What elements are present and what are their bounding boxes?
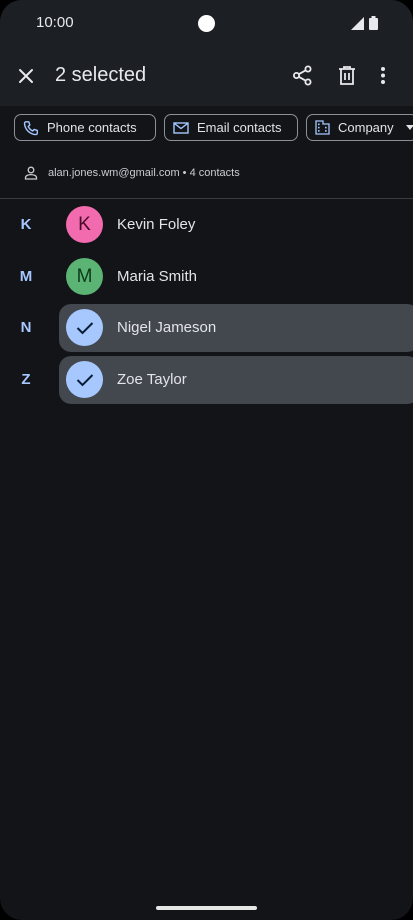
section-letter-k: K bbox=[20, 216, 32, 233]
dropdown-arrow-icon bbox=[405, 125, 413, 130]
chip-label: Company bbox=[338, 120, 394, 135]
company-building-icon bbox=[315, 120, 330, 135]
camera-cutout bbox=[198, 15, 215, 32]
signal-icon bbox=[351, 17, 364, 30]
selection-app-bar: 2 selected bbox=[0, 48, 413, 106]
status-time: 10:00 bbox=[36, 14, 74, 31]
contact-row-nigel-jameson[interactable]: Nigel Jameson bbox=[59, 304, 413, 352]
battery-icon bbox=[369, 16, 378, 30]
contact-row-zoe-taylor[interactable]: Zoe Taylor bbox=[59, 356, 413, 404]
chip-label: Phone contacts bbox=[47, 120, 137, 135]
home-gesture-bar[interactable] bbox=[156, 906, 257, 910]
contact-name: Maria Smith bbox=[117, 268, 198, 285]
avatar-initial: K bbox=[78, 213, 91, 235]
phone-screen: 10:00 2 selected Phone contacts Email co… bbox=[0, 0, 413, 920]
phone-icon bbox=[23, 120, 38, 135]
status-bar: 10:00 bbox=[0, 0, 413, 48]
filter-chip-phone-contacts[interactable]: Phone contacts bbox=[14, 114, 156, 141]
section-letter-m: M bbox=[19, 268, 33, 285]
selected-checkmark-avatar bbox=[66, 361, 103, 398]
filter-chip-email-contacts[interactable]: Email contacts bbox=[164, 114, 298, 141]
selection-count-title: 2 selected bbox=[55, 64, 147, 86]
delete-icon[interactable] bbox=[337, 65, 357, 86]
contact-row-maria-smith[interactable]: M Maria Smith bbox=[59, 253, 413, 301]
divider bbox=[0, 198, 413, 199]
person-icon bbox=[24, 166, 38, 180]
account-info: alan.jones.wm@gmail.com • 4 contacts bbox=[24, 166, 240, 180]
checkmark-icon bbox=[76, 373, 93, 386]
contact-avatar: M bbox=[66, 258, 103, 295]
close-icon[interactable] bbox=[17, 67, 35, 85]
contact-avatar: K bbox=[66, 206, 103, 243]
contact-row-kevin-foley[interactable]: K Kevin Foley bbox=[59, 201, 413, 249]
avatar-initial: M bbox=[76, 265, 93, 287]
more-options-icon[interactable] bbox=[380, 65, 386, 86]
email-icon bbox=[173, 121, 189, 134]
section-letter-z: Z bbox=[21, 371, 31, 388]
section-letter-n: N bbox=[20, 319, 32, 336]
account-email-count: alan.jones.wm@gmail.com • 4 contacts bbox=[48, 167, 240, 179]
filter-chip-company[interactable]: Company bbox=[306, 114, 413, 141]
checkmark-icon bbox=[76, 321, 93, 334]
contact-name: Kevin Foley bbox=[117, 216, 196, 233]
selected-checkmark-avatar bbox=[66, 309, 103, 346]
chip-label: Email contacts bbox=[197, 120, 282, 135]
contact-name: Zoe Taylor bbox=[117, 371, 187, 388]
contact-name: Nigel Jameson bbox=[117, 319, 217, 336]
share-icon[interactable] bbox=[292, 65, 313, 86]
